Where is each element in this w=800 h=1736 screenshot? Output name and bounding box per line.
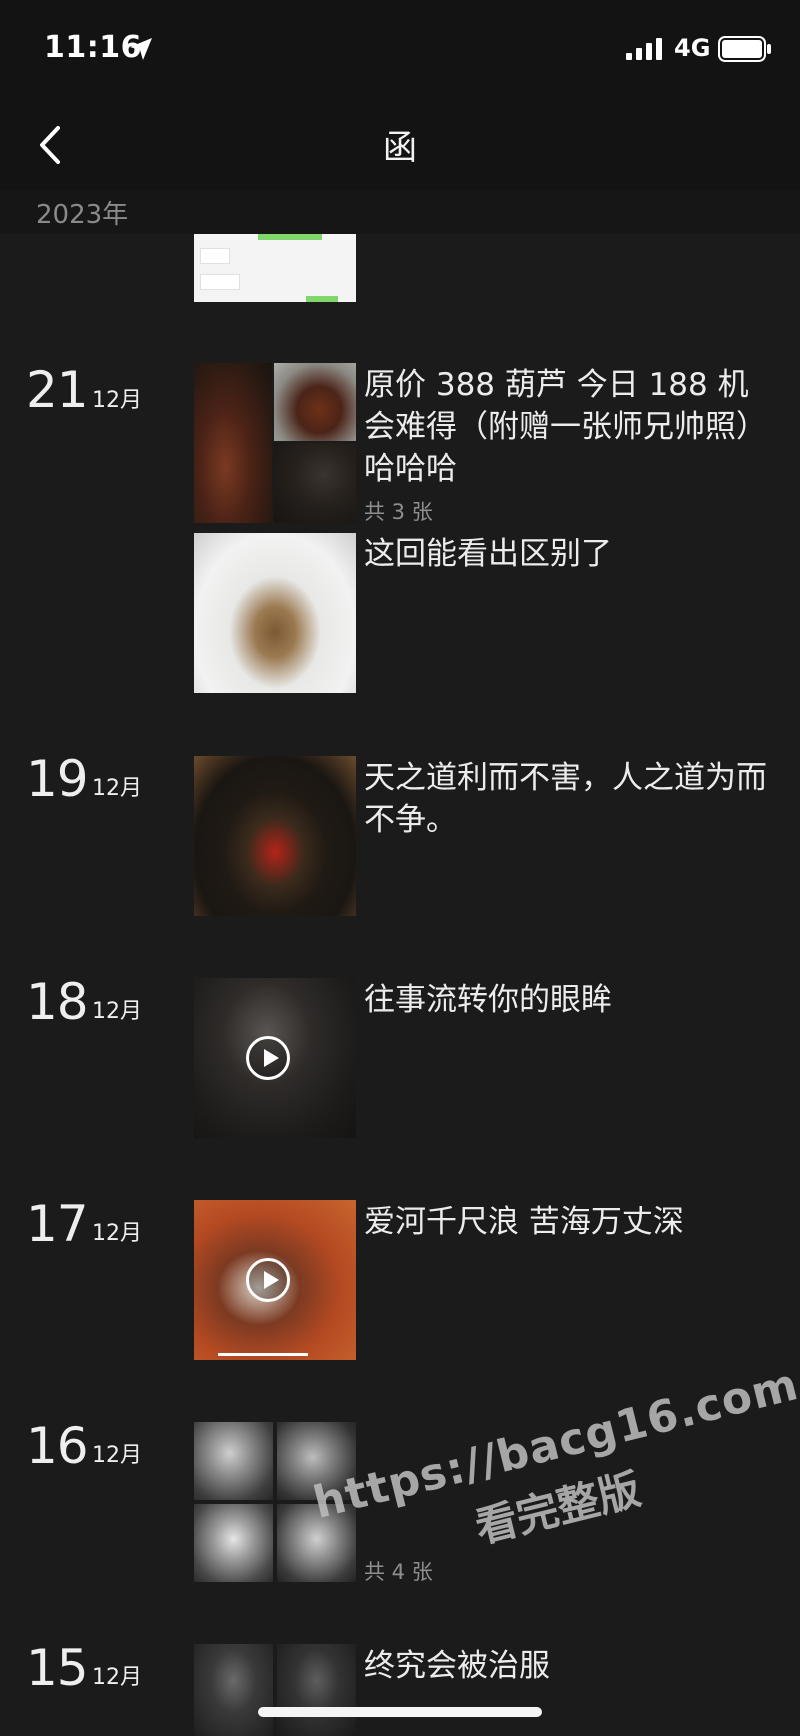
post-date-day: 15 xyxy=(26,1639,89,1697)
photo-grid-thumbnail[interactable] xyxy=(194,363,356,523)
person-photo xyxy=(277,1422,356,1500)
network-label: 4G xyxy=(674,34,711,62)
post-date-month: 12月 xyxy=(92,1665,142,1690)
play-icon xyxy=(246,1036,290,1080)
video-thumbnail[interactable] xyxy=(194,1200,356,1360)
status-bar: 11:16 4G xyxy=(0,0,800,100)
post-text: 天之道利而不害，人之道为而不争。 xyxy=(364,760,767,838)
post-date-month: 12月 xyxy=(92,999,142,1024)
post-date-month: 12月 xyxy=(92,776,142,801)
year-header: 2023年 xyxy=(0,190,800,234)
gourd-photo xyxy=(274,363,356,441)
gourd-photo xyxy=(194,363,272,523)
home-indicator xyxy=(258,1707,542,1717)
signal-icon xyxy=(626,38,662,60)
post-text: 终究会被治服 xyxy=(364,1648,550,1684)
post-date-month: 12月 xyxy=(92,1443,142,1468)
post-date-month: 12月 xyxy=(92,388,142,413)
watermark: https://bacg16.com 看完整版 xyxy=(308,1358,800,1645)
chat-bubble xyxy=(200,248,230,264)
post-text: 往事流转你的眼眸 xyxy=(364,982,612,1018)
chat-bubble xyxy=(306,296,338,302)
person-photo xyxy=(277,1504,356,1582)
play-icon xyxy=(246,1258,290,1302)
photo-count-label: 共 3 张 xyxy=(364,500,433,524)
gourd-fan-photo-thumbnail[interactable] xyxy=(194,756,356,916)
post-date-month: 12月 xyxy=(92,1221,142,1246)
post-date-day: 17 xyxy=(26,1195,89,1253)
video-progress-bar xyxy=(218,1353,308,1356)
post-text: 爱河千尺浪 苦海万丈深 xyxy=(364,1204,684,1240)
year-label: 2023年 xyxy=(36,200,129,230)
walnut-photo-thumbnail[interactable] xyxy=(194,533,356,693)
photo-count-label: 共 4 张 xyxy=(364,1560,433,1584)
nav-bar: 函 xyxy=(0,100,800,190)
chevron-left-icon xyxy=(40,126,60,164)
battery-icon xyxy=(718,36,771,62)
post-date-day: 19 xyxy=(26,750,89,808)
person-photo xyxy=(274,443,356,523)
photo-grid-thumbnail[interactable] xyxy=(194,1422,356,1582)
person-photo xyxy=(194,1504,273,1582)
chat-bubble xyxy=(258,234,322,240)
watermark-url: https://bacg16.com xyxy=(308,1358,800,1529)
chat-screenshot-thumbnail[interactable] xyxy=(194,234,356,302)
photo-grid-thumbnail[interactable] xyxy=(194,1644,356,1736)
location-arrow-icon xyxy=(130,38,152,60)
person-photo xyxy=(194,1422,273,1500)
chat-bubble xyxy=(200,274,240,290)
post-date-day: 16 xyxy=(26,1417,89,1475)
back-button[interactable] xyxy=(24,118,74,172)
page-title: 函 xyxy=(383,128,417,168)
post-text: 原价 388 葫芦 今日 188 机会难得（附赠一张师兄帅照）哈哈哈 xyxy=(364,367,767,487)
video-thumbnail[interactable] xyxy=(194,978,356,1138)
moments-album-page: 11:16 4G 函 2023年 21 12月 原价 388 葫芦 今日 188… xyxy=(0,0,800,1736)
post-date-day: 18 xyxy=(26,973,89,1031)
post-text: 这回能看出区别了 xyxy=(364,536,612,572)
post-date-day: 21 xyxy=(26,361,89,419)
person-photo xyxy=(194,1644,273,1736)
person-photo xyxy=(277,1644,356,1736)
